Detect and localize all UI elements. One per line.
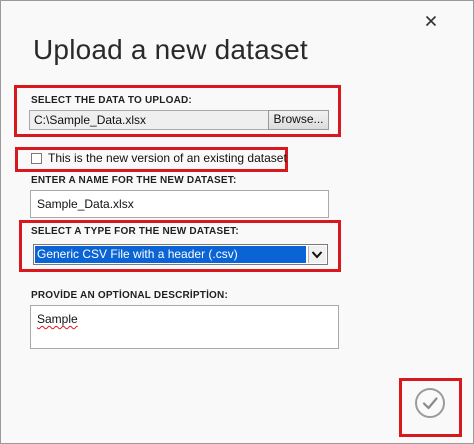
checkmark-icon [422,397,438,410]
new-version-checkbox[interactable] [31,153,42,164]
dataset-type-label: SELECT A TYPE FOR THE NEW DATASET: [31,226,239,237]
dataset-name-label: ENTER A NAME FOR THE NEW DATASET: [31,175,237,186]
file-path-field[interactable]: C:\Sample_Data.xlsx [29,110,269,130]
dataset-type-selected-value: Generic CSV File with a header (.csv) [35,246,306,263]
browse-button[interactable]: Browse... [268,110,329,130]
dataset-type-select[interactable]: Generic CSV File with a header (.csv) [33,244,328,265]
ok-button[interactable] [415,388,445,418]
close-button[interactable] [423,13,439,29]
upload-label: SELECT THE DATA TO UPLOAD: [31,95,192,106]
new-version-label: This is the new version of an existing d… [48,151,287,165]
description-text: Sample [37,312,78,326]
close-icon [425,15,437,27]
chevron-down-icon [311,251,323,259]
description-textarea[interactable]: Sample [30,305,339,349]
dialog-title: Upload a new dataset [33,34,308,65]
dataset-type-dropdown-button[interactable] [308,246,326,263]
dataset-name-input[interactable]: Sample_Data.xlsx [30,190,329,218]
upload-dataset-dialog: Upload a new dataset SELECT THE DATA TO … [0,0,474,444]
description-label: PROVİDE AN OPTİONAL DESCRİPTİON: [31,290,228,301]
